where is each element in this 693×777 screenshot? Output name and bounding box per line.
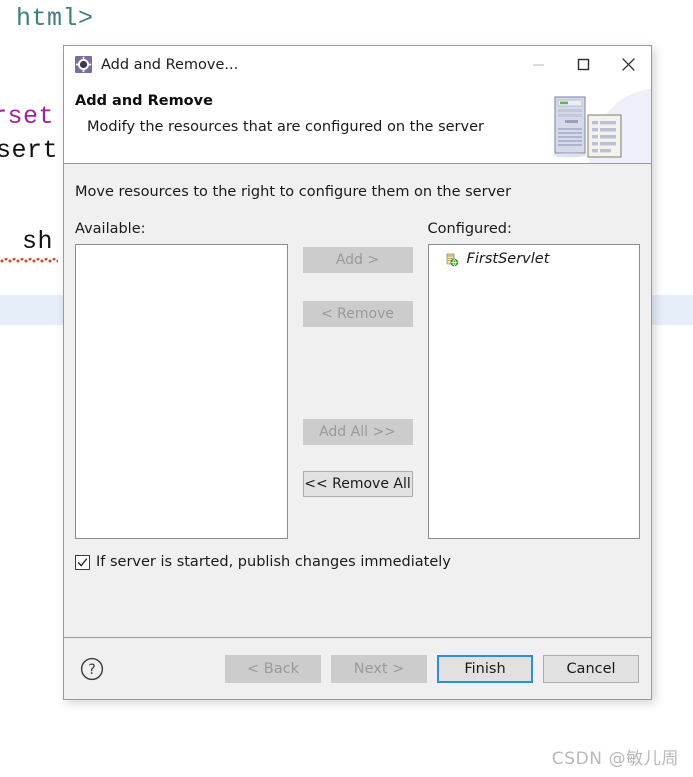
next-button[interactable]: Next >: [331, 654, 427, 683]
finish-button[interactable]: Finish: [437, 654, 533, 683]
remove-button[interactable]: < Remove: [302, 301, 413, 327]
add-and-remove-dialog: Add and Remove... Add and Remove Modify …: [63, 45, 652, 700]
dialog-header: Add and Remove Modify the resources that…: [64, 83, 651, 164]
available-label: Available:: [75, 221, 146, 237]
publish-immediately-checkbox[interactable]: [75, 554, 90, 570]
available-list[interactable]: [75, 244, 288, 539]
dialog-body: Move resources to the right to configure…: [64, 164, 651, 637]
minimize-icon: [533, 64, 544, 66]
close-icon: [622, 58, 635, 71]
help-icon[interactable]: ?: [80, 657, 104, 681]
remove-all-button[interactable]: << Remove All: [302, 471, 413, 497]
transfer-columns: Available: Add > < Remove Add All >> << …: [75, 221, 641, 539]
back-button[interactable]: < Back: [225, 654, 321, 683]
spellcheck-squiggle: [0, 258, 58, 263]
add-remove-icon: [75, 56, 92, 73]
code-token-sh: sh: [22, 227, 54, 256]
add-button[interactable]: Add >: [302, 247, 413, 273]
add-all-button[interactable]: Add All >>: [302, 419, 413, 445]
dialog-titlebar: Add and Remove...: [64, 46, 651, 83]
cancel-button[interactable]: Cancel: [543, 654, 639, 683]
list-item[interactable]: FirstServlet: [429, 245, 640, 267]
maximize-icon: [577, 58, 590, 71]
minimize-button[interactable]: [516, 46, 561, 83]
code-token-charset: rset: [0, 102, 55, 131]
web-module-icon: [446, 253, 458, 267]
checkmark-icon: [77, 557, 88, 567]
transfer-button-group: Add > < Remove Add All >> << Remove All: [288, 221, 428, 539]
configured-label: Configured:: [427, 221, 512, 237]
publish-immediately-row[interactable]: If server is started, publish changes im…: [75, 554, 640, 570]
configured-list[interactable]: FirstServlet: [427, 244, 641, 539]
available-column: Available:: [75, 221, 288, 539]
svg-text:?: ?: [88, 662, 95, 678]
code-token-insert: sert: [0, 136, 59, 165]
csdn-watermark: CSDN @敏儿周: [551, 749, 679, 769]
code-token-html-tag: html>: [16, 4, 94, 33]
dialog-footer: ? < Back Next > Finish Cancel: [64, 637, 651, 699]
maximize-button[interactable]: [561, 46, 606, 83]
dialog-title: Add and Remove...: [101, 56, 239, 73]
server-and-document-icon: [531, 83, 651, 163]
configured-column: Configured: FirstServlet: [427, 221, 641, 539]
instruction-text: Move resources to the right to configure…: [75, 184, 512, 200]
close-button[interactable]: [606, 46, 651, 83]
publish-immediately-label: If server is started, publish changes im…: [96, 554, 451, 570]
list-item-label: FirstServlet: [466, 251, 550, 267]
